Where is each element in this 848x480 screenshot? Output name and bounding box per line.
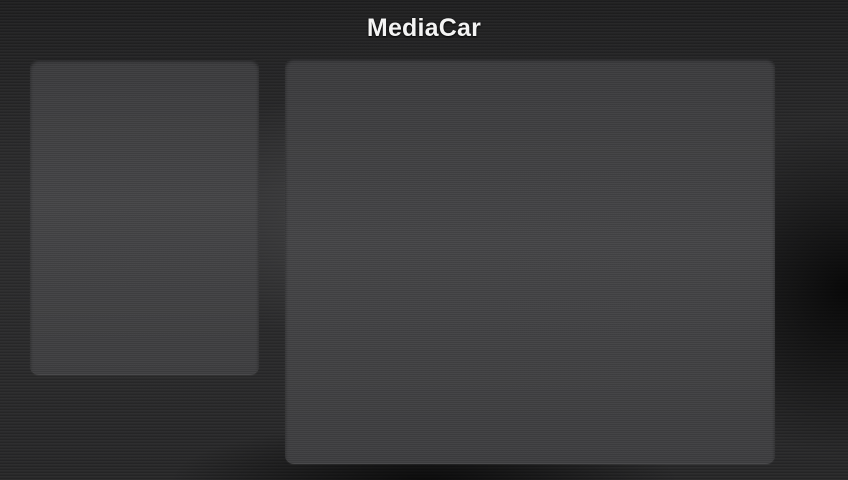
app-title: MediaCar	[366, 14, 482, 42]
left-panel	[30, 59, 259, 375]
main-panel	[285, 58, 775, 464]
mediacar-home-screen: { "app": { "title": "MediaCar" }, "panel…	[0, 0, 848, 480]
